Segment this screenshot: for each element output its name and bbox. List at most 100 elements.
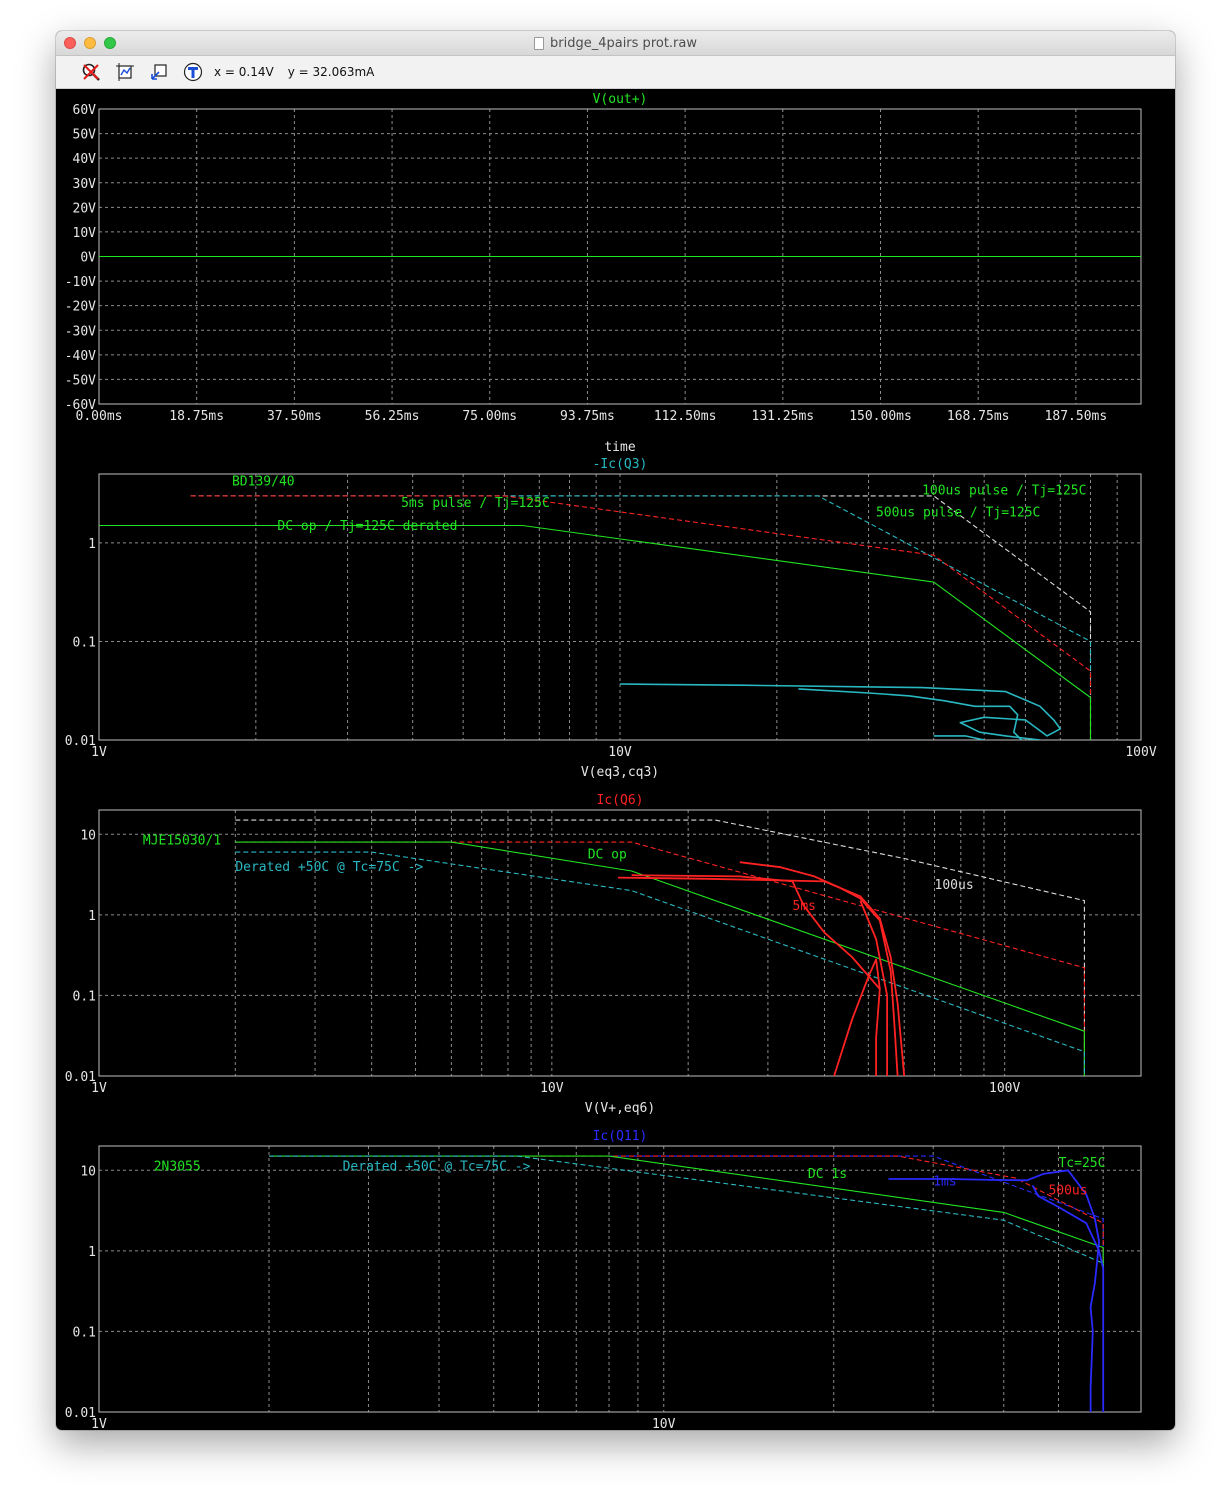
y-tick-label: 0.1	[73, 989, 96, 1004]
x-axis-label: V(eq3,cq3)	[581, 765, 659, 780]
y-tick-label: -50V	[65, 373, 96, 388]
trace-line-8[interactable]	[833, 958, 881, 1076]
trace-line-2[interactable]	[269, 1155, 1104, 1412]
trace-annotation: DC 1s	[808, 1167, 847, 1182]
grid-lines	[99, 1146, 1141, 1412]
y-tick-label: 1	[88, 537, 96, 552]
zoom-cancel-icon	[82, 63, 100, 81]
y-tick-label: 10	[80, 828, 96, 843]
trace-line-5[interactable]	[888, 1169, 1100, 1412]
trace-annotation: Derated +50C @ Tc=75C ->	[235, 860, 423, 875]
trace-group	[99, 495, 1092, 741]
trace-line-4[interactable]	[99, 524, 1092, 741]
waveform-plot-area[interactable]: V(out+)0.00ms 18.75ms 37.50ms 56.25ms 75.00m…	[56, 88, 1175, 1430]
x-tick-label: 100V	[989, 1081, 1020, 1096]
trace-annotation: Tc=25C	[1058, 1156, 1105, 1171]
y-tick-label: 30V	[73, 177, 97, 192]
trace-annotation: DC op / Tj=125C derated	[277, 519, 457, 534]
trace-annotation: MJE15030/1	[143, 833, 221, 848]
x-tick-label: 37.50ms	[267, 409, 322, 424]
y-tick-label: -60V	[65, 398, 96, 413]
trace-group	[235, 819, 1085, 1076]
window-title-area: bridge_4pairs prot.raw	[56, 31, 1175, 55]
trace-line-5[interactable]	[617, 876, 906, 1076]
y-tick-label: 1	[88, 1245, 96, 1260]
trace-line-3[interactable]	[269, 1155, 1104, 1412]
y-tick-label: 0.01	[65, 1406, 96, 1421]
plot-pane-2[interactable]: -Ic(Q3)1V 10V 100V10.10.01V(eq3,cq3)BD139/…	[65, 457, 1157, 780]
probe-button[interactable]	[180, 59, 206, 85]
y-tick-label: 40V	[73, 152, 97, 167]
document-icon	[534, 36, 544, 50]
trace-annotation: Derated +50C @ Tc=75C ->	[343, 1159, 531, 1174]
y-tick-label: 0.01	[65, 734, 96, 749]
x-tick-label: 10V	[540, 1081, 564, 1096]
x-axis-label: time	[604, 440, 635, 455]
trace-line-4[interactable]	[269, 1155, 1104, 1412]
autorange-icon	[116, 63, 134, 81]
trace-line-7[interactable]	[933, 735, 985, 740]
trace-line-1[interactable]	[235, 819, 1085, 1076]
toolbar: x = 0.14V y = 32.063mA	[56, 56, 1175, 89]
trace-annotation: 1ms	[933, 1174, 956, 1189]
trace-annotation: DC op	[588, 848, 627, 863]
pan-icon	[151, 64, 167, 80]
waveform-viewer-window: bridge_4pairs prot.raw x = 0.14V y = 32.…	[56, 31, 1175, 1430]
trace-annotation: BD139/40	[232, 475, 295, 490]
trace-title[interactable]: Ic(Q11)	[593, 1129, 648, 1144]
trace-annotation: 100us pulse / Tj=125C	[922, 483, 1086, 498]
trace-line-1[interactable]	[609, 1155, 1104, 1412]
x-tick-label: 168.75ms	[947, 409, 1010, 424]
trace-annotation: 500us	[1048, 1184, 1087, 1199]
y-tick-label: 50V	[73, 128, 97, 143]
plot-frame	[98, 1145, 1142, 1413]
cursor-y-value: y = 32.063mA	[287, 65, 375, 79]
trace-line-7[interactable]	[631, 874, 881, 990]
x-tick-label: 150.00ms	[849, 409, 912, 424]
trace-annotation: 5ms	[793, 899, 816, 914]
trace-title[interactable]: -Ic(Q3)	[593, 457, 648, 472]
trace-title[interactable]: V(out+)	[593, 92, 648, 107]
trace-line-6[interactable]	[798, 688, 1023, 740]
trace-title[interactable]: Ic(Q6)	[597, 793, 644, 808]
y-tick-label: -10V	[65, 275, 96, 290]
y-tick-label: 1	[88, 909, 96, 924]
plot-pane-3[interactable]: Ic(Q6)1V 10V 100V1010.10.01V(V+,eq6)MJE150…	[65, 793, 1142, 1116]
x-tick-label: 112.50ms	[654, 409, 717, 424]
x-tick-label: 93.75ms	[560, 409, 615, 424]
cursor-x-value: x = 0.14V	[214, 65, 274, 79]
zoom-cancel-button[interactable]	[78, 59, 104, 85]
trace-annotation: 5ms pulse / Tj=125C	[401, 496, 550, 511]
y-tick-label: 10V	[73, 226, 97, 241]
y-tick-label: 0V	[80, 251, 96, 266]
x-tick-label: 100V	[1125, 745, 1156, 760]
trace-group	[269, 1155, 1105, 1412]
autorange-button[interactable]	[112, 59, 138, 85]
trace-line-6[interactable]	[739, 861, 899, 1076]
cursor-readout: x = 0.14V y = 32.063mA	[214, 65, 374, 79]
plot-pane-4[interactable]: Ic(Q11)1V10V1010.10.01V(V+,eq11)2N3055De…	[65, 1129, 1142, 1430]
x-tick-label: 10V	[652, 1417, 676, 1430]
y-tick-label: -30V	[65, 324, 96, 339]
y-tick-label: -20V	[65, 300, 96, 315]
x-tick-label: 75.00ms	[462, 409, 517, 424]
y-tick-label: 20V	[73, 201, 97, 216]
trace-annotation: 100us	[935, 878, 974, 893]
trace-annotation: 2N3055	[154, 1159, 201, 1174]
trace-annotation: 500us pulse / Tj=125C	[876, 506, 1040, 521]
y-tick-label: 60V	[73, 103, 97, 118]
x-axis-label: V(V+,eq6)	[585, 1101, 655, 1116]
trace-line-5[interactable]	[619, 683, 1062, 740]
y-tick-label: 10	[80, 1164, 96, 1179]
pan-button[interactable]	[146, 59, 172, 85]
y-tick-label: 0.01	[65, 1070, 96, 1085]
x-tick-label: 56.25ms	[365, 409, 420, 424]
probe-icon	[183, 62, 203, 82]
y-tick-label: 0.1	[73, 635, 96, 650]
x-tick-label: 10V	[608, 745, 632, 760]
window-title: bridge_4pairs prot.raw	[550, 35, 697, 51]
title-bar[interactable]: bridge_4pairs prot.raw	[56, 31, 1175, 56]
plot-pane-1[interactable]: V(out+)0.00ms 18.75ms 37.50ms 56.25ms 75.00m…	[65, 92, 1142, 455]
x-tick-label: 187.50ms	[1045, 409, 1108, 424]
y-tick-label: -40V	[65, 349, 96, 364]
